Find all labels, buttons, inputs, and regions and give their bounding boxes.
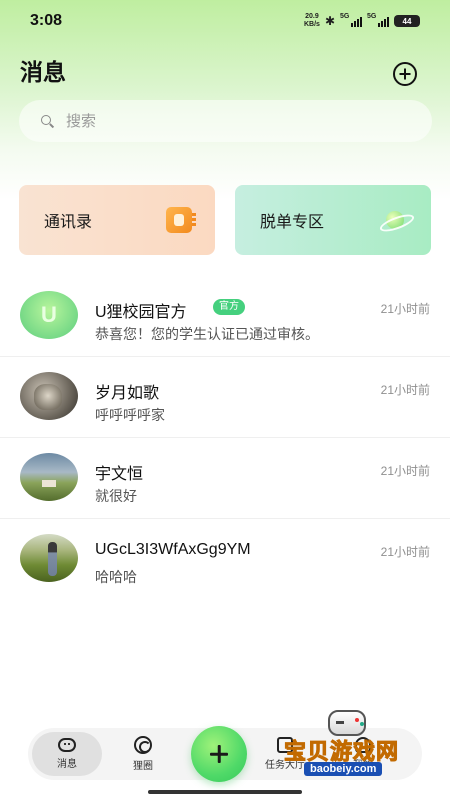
avatar[interactable] (20, 534, 78, 582)
planet-icon (379, 207, 409, 233)
message-sender-name: UGcL3I3WfAxGg9YM (95, 541, 251, 558)
message-time: 21小时前 (380, 545, 430, 559)
message-time: 21小时前 (380, 464, 430, 478)
status-bar: 3:08 20.9 KB/s ✱ 5G 5G 44 (0, 0, 450, 42)
network-speed: 20.9 KB/s (304, 13, 320, 29)
plus-icon[interactable] (191, 726, 247, 782)
message-sender-name: U狸校园官方 (95, 304, 187, 321)
watermark-logo: 宝贝游戏网 baobeiy.com (276, 706, 426, 792)
avatar[interactable]: U (20, 291, 78, 339)
message-preview: 呼呼呼呼家 (95, 407, 165, 423)
message-sender-name: 宇文恒 (95, 466, 144, 483)
signal-1-label: 5G (340, 13, 350, 20)
message-row[interactable]: 岁月如歌 呼呼呼呼家 21小时前 (0, 357, 450, 438)
message-row[interactable]: 宇文恒 就很好 21小时前 (0, 438, 450, 519)
add-circle-icon[interactable] (393, 62, 417, 86)
bluetooth-icon: ✱ (324, 14, 335, 28)
message-time: 21小时前 (380, 302, 430, 316)
message-time: 21小时前 (380, 383, 430, 397)
nav-tab-circle-label: 狸圈 (133, 761, 153, 772)
circle-icon (134, 736, 152, 754)
network-speed-value: 20.9 (305, 13, 319, 20)
official-badge: 官方 (213, 299, 245, 315)
single-zone-card[interactable]: 脱单专区 (235, 185, 431, 255)
status-time: 3:08 (30, 12, 63, 29)
battery-icon: 44 (394, 15, 420, 27)
contacts-card-label: 通讯录 (44, 214, 93, 231)
avatar-letter: U (41, 302, 57, 327)
page-header: 消息 (0, 50, 450, 90)
nav-tab-circle[interactable]: 狸圈 (108, 732, 178, 776)
signal-2-label: 5G (367, 13, 377, 20)
nav-tab-messages-label: 消息 (57, 759, 77, 770)
message-sender-name: 岁月如歌 (95, 385, 160, 402)
battery-level: 44 (402, 16, 412, 26)
search-icon (41, 114, 54, 128)
status-indicators: 20.9 KB/s ✱ 5G 5G 44 (304, 13, 420, 29)
message-row[interactable]: UGcL3I3WfAxGg9YM 哈哈哈 21小时前 (0, 519, 450, 600)
chat-bubble-icon (58, 738, 76, 752)
avatar[interactable] (20, 372, 78, 420)
message-preview: 就很好 (95, 488, 137, 504)
game-controller-icon (328, 710, 366, 736)
nav-tab-messages[interactable]: 消息 (32, 732, 102, 776)
search-bar[interactable] (19, 100, 432, 142)
page-title: 消息 (20, 59, 66, 85)
contacts-card[interactable]: 通讯录 (19, 185, 215, 255)
network-speed-unit: KB/s (303, 21, 320, 28)
message-list: U U狸校园官方 官方 恭喜您！您的学生认证已通过审核。 21小时前 岁月如歌 … (0, 276, 450, 600)
single-zone-card-label: 脱单专区 (260, 214, 325, 231)
message-preview: 哈哈哈 (95, 569, 137, 585)
watermark-url: baobeiy.com (304, 762, 383, 776)
address-book-icon (166, 207, 196, 233)
message-row-official[interactable]: U U狸校园官方 官方 恭喜您！您的学生认证已通过审核。 21小时前 (0, 276, 450, 357)
search-input[interactable] (66, 112, 366, 130)
avatar[interactable] (20, 453, 78, 501)
signal-2-icon: 5G (367, 13, 389, 27)
quick-cards: 通讯录 脱单专区 (19, 185, 432, 255)
signal-1-icon: 5G (340, 13, 362, 27)
message-preview: 恭喜您！您的学生认证已通过审核。 (95, 326, 319, 342)
